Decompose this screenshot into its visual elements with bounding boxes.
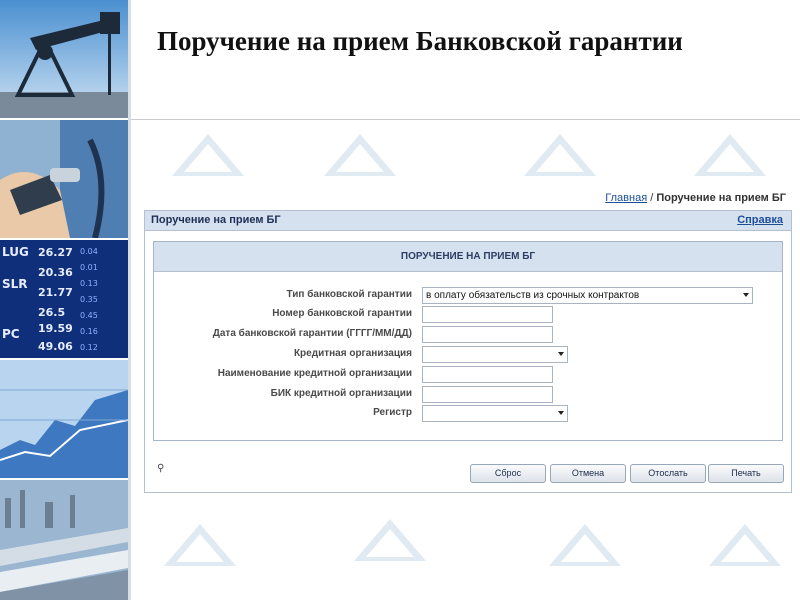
field-label: Регистр (373, 407, 412, 418)
registry-select[interactable] (422, 405, 568, 422)
form-row-bik: БИК кредитной организации (154, 386, 782, 403)
watermark-logo-icon (354, 519, 426, 561)
help-link[interactable]: Справка (737, 214, 783, 226)
strip-divider (128, 0, 131, 600)
cancel-button[interactable]: Отмена (550, 464, 626, 483)
ticker-number: 49.06 (38, 340, 73, 353)
field-label: Дата банковской гарантии (ГГГГ/ММ/ДД) (212, 328, 412, 339)
svg-text:0.01: 0.01 (80, 263, 98, 272)
field-label: БИК кредитной организации (270, 388, 412, 399)
svg-text:0.13: 0.13 (80, 279, 98, 288)
select-value: в оплату обязательств из срочных контрак… (426, 290, 640, 301)
stock-ticker-photo: LUG SLR PC 26.27 20.36 21.77 26.5 19.59 … (0, 240, 128, 358)
form-row-credit-org: Кредитная организация (154, 346, 782, 363)
form-box: ПОРУЧЕНИЕ НА ПРИЕМ БГ Тип банковской гар… (153, 241, 783, 441)
ticker-code: LUG (2, 245, 29, 259)
watermark-logo-icon (172, 134, 244, 176)
ticker-number: 19.59 (38, 322, 73, 335)
form-row-guarantee-number: Номер банковской гарантии (154, 306, 782, 323)
ticker-code: SLR (2, 277, 28, 291)
ticker-number: 26.27 (38, 246, 73, 259)
field-label: Наименование кредитной организации (217, 368, 412, 379)
watermark-logo-icon (524, 134, 596, 176)
form-row-credit-org-name: Наименование кредитной организации (154, 366, 782, 383)
ticker-code: PC (2, 327, 20, 341)
svg-text:0.35: 0.35 (80, 295, 98, 304)
ticker-number: 20.36 (38, 266, 73, 279)
credit-org-name-input[interactable] (422, 366, 553, 383)
page-title: Поручение на прием Банковской гарантии (157, 26, 683, 56)
watermark-logo-icon (164, 524, 236, 566)
chevron-down-icon (558, 411, 564, 415)
pin-icon[interactable]: ⚲ (157, 463, 164, 474)
breadcrumb-home-link[interactable]: Главная (605, 192, 647, 204)
guarantee-number-input[interactable] (422, 306, 553, 323)
panel-title: Поручение на прием БГ (151, 214, 281, 226)
ticker-number: 21.77 (38, 286, 73, 299)
chevron-down-icon (558, 352, 564, 356)
field-label: Тип банковской гарантии (286, 289, 412, 300)
print-button[interactable]: Печать (708, 464, 784, 483)
svg-text:0.04: 0.04 (80, 247, 98, 256)
watermark-logo-icon (694, 134, 766, 176)
form-row-registry: Регистр (154, 405, 782, 422)
form-row-guarantee-type: Тип банковской гарантии в оплату обязате… (154, 287, 782, 304)
watermark-logo-icon (324, 134, 396, 176)
send-button[interactable]: Отослать (630, 464, 706, 483)
panel-header: Поручение на прием БГ Справка (145, 211, 791, 231)
form-panel: Поручение на прием БГ Справка ПОРУЧЕНИЕ … (144, 210, 792, 493)
svg-text:0.45: 0.45 (80, 311, 98, 320)
bik-input[interactable] (422, 386, 553, 403)
ticker-number: 26.5 (38, 306, 65, 319)
breadcrumb-current: Поручение на прием БГ (656, 192, 786, 204)
watermark-logo-icon (549, 524, 621, 566)
fuel-nozzle-photo (0, 120, 128, 238)
breadcrumb: Главная / Поручение на прием БГ (605, 192, 786, 204)
reset-button[interactable]: Сброс (470, 464, 546, 483)
oil-pump-photo (0, 0, 128, 118)
photo-strip: LUG SLR PC 26.27 20.36 21.77 26.5 19.59 … (0, 0, 128, 600)
guarantee-type-select[interactable]: в оплату обязательств из срочных контрак… (422, 287, 753, 304)
svg-text:0.16: 0.16 (80, 327, 98, 336)
svg-text:0.12: 0.12 (80, 343, 98, 352)
guarantee-date-input[interactable] (422, 326, 553, 343)
chevron-down-icon (743, 293, 749, 297)
field-label: Номер банковской гарантии (272, 308, 412, 319)
pipeline-photo (0, 480, 128, 600)
field-label: Кредитная организация (293, 348, 412, 359)
growth-chart-photo (0, 360, 128, 478)
watermark-logo-icon (709, 524, 781, 566)
form-header: ПОРУЧЕНИЕ НА ПРИЕМ БГ (154, 242, 782, 272)
breadcrumb-separator: / (650, 192, 654, 204)
credit-org-select[interactable] (422, 346, 568, 363)
title-divider (131, 119, 800, 120)
form-row-guarantee-date: Дата банковской гарантии (ГГГГ/ММ/ДД) (154, 326, 782, 343)
